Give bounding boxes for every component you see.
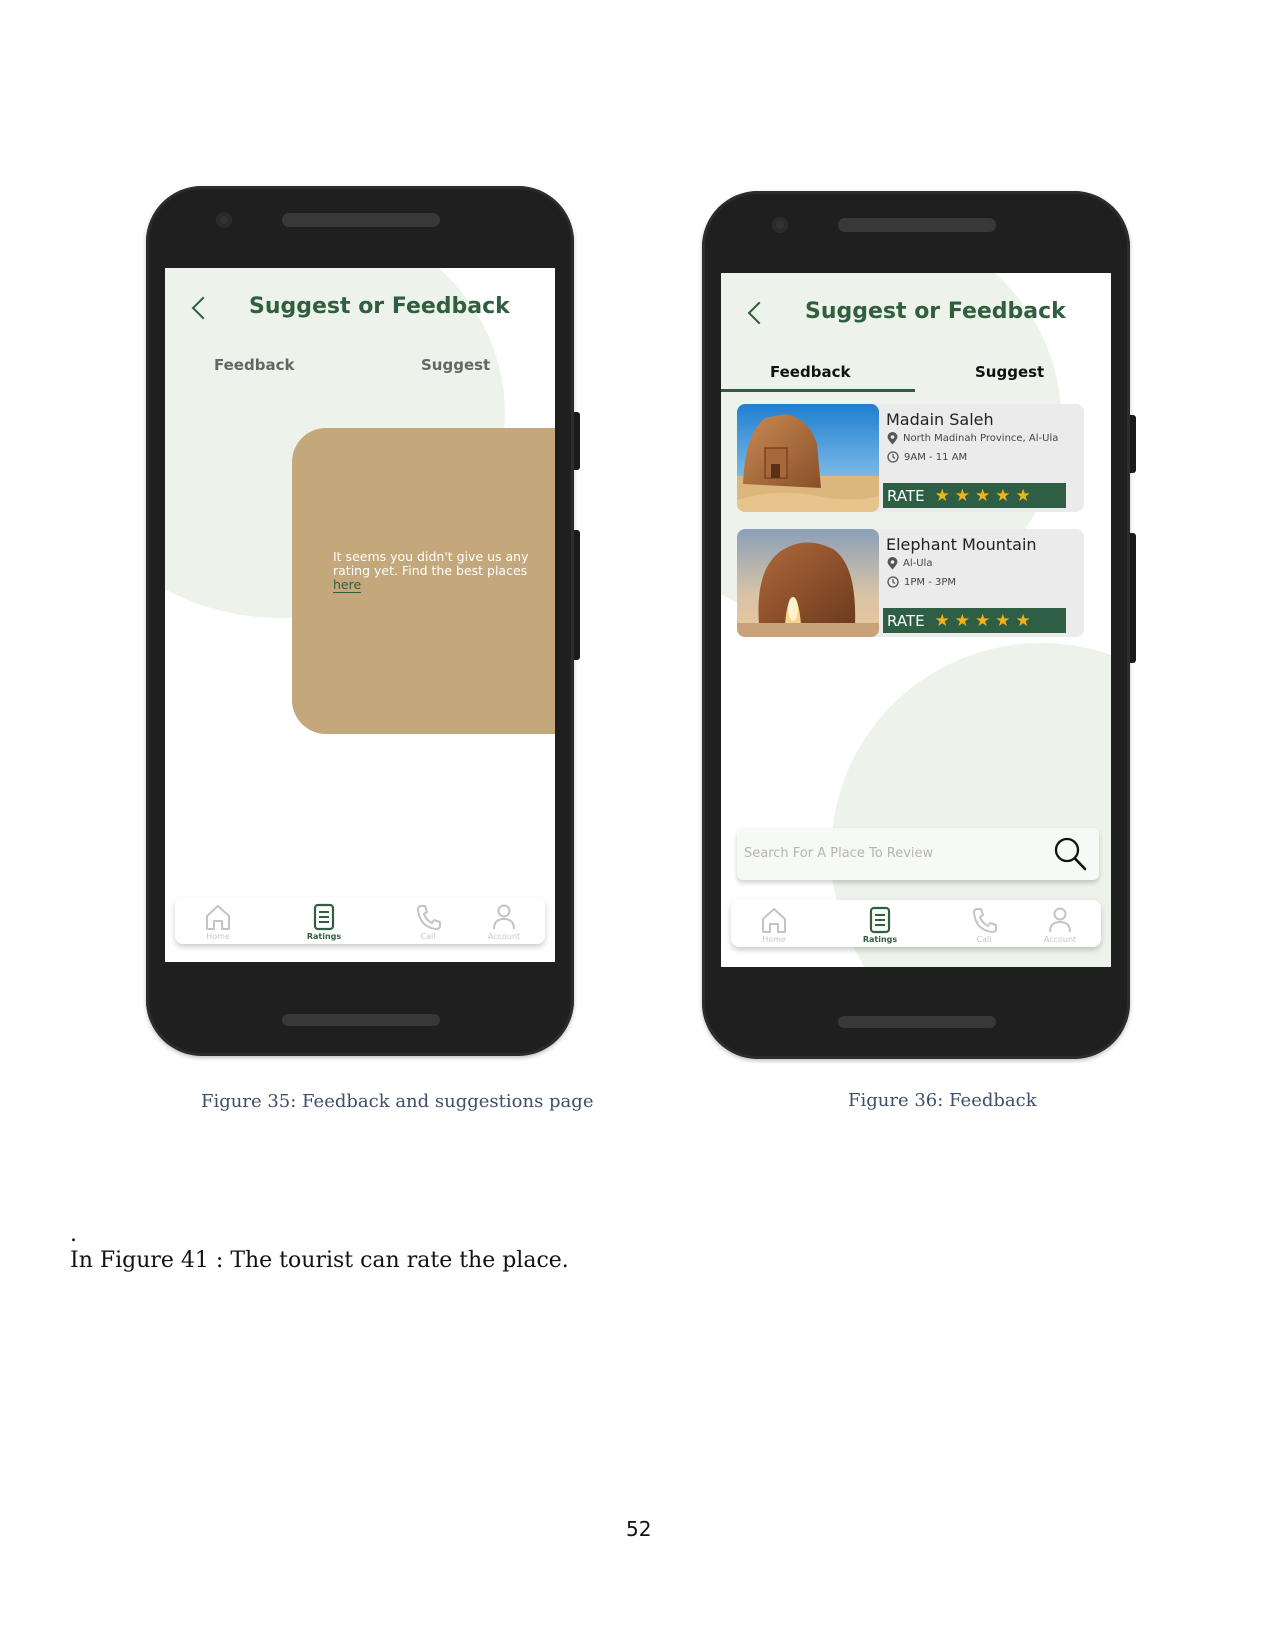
- rate-bar[interactable]: RATE ★★★★★: [883, 483, 1066, 508]
- search-input[interactable]: Search For A Place To Review: [744, 846, 933, 861]
- home-icon: [206, 905, 230, 930]
- nav-call[interactable]: Call: [949, 906, 1019, 944]
- app-screen: Suggest or Feedback Feedback Suggest Mad…: [721, 273, 1111, 967]
- search-bar[interactable]: Search For A Place To Review: [737, 828, 1099, 880]
- place-hours: 9AM - 11 AM: [887, 451, 967, 463]
- rate-bar[interactable]: RATE ★★★★★: [883, 608, 1066, 633]
- figure-35-caption: Figure 35: Feedback and suggestions page: [201, 1091, 594, 1112]
- tab-feedback[interactable]: Feedback: [770, 363, 850, 381]
- place-location-text: Al-Ula: [903, 558, 933, 569]
- body-paragraph: In Figure 41 : The tourist can rate the …: [70, 1248, 569, 1273]
- place-photo-elephant-mountain: [737, 529, 879, 637]
- body-dot: .: [70, 1222, 77, 1247]
- tab-suggest[interactable]: Suggest: [975, 363, 1044, 381]
- bottom-speaker: [838, 1016, 996, 1028]
- page-title: Suggest or Feedback: [805, 299, 1066, 324]
- figure-36-caption: Figure 36: Feedback: [848, 1090, 1037, 1111]
- nav-call[interactable]: Call: [393, 903, 463, 941]
- volume-button: [1130, 415, 1136, 473]
- place-name: Elephant Mountain: [886, 535, 1037, 554]
- place-location: Al-Ula: [887, 557, 932, 570]
- place-card[interactable]: Elephant Mountain Al-Ula 1PM - 3PM RATE …: [737, 529, 1084, 637]
- star-rating[interactable]: ★★★★★: [935, 611, 1036, 631]
- nav-home-label: Home: [206, 932, 230, 941]
- empty-state-message: It seems you didn't give us any rating y…: [333, 549, 549, 593]
- rate-label: RATE: [887, 486, 925, 505]
- nav-home-label: Home: [762, 935, 786, 944]
- account-icon: [1049, 907, 1071, 933]
- earpiece-speaker: [838, 218, 996, 232]
- tab-feedback[interactable]: Feedback: [214, 356, 294, 374]
- empty-message-text: It seems you didn't give us any rating y…: [333, 549, 529, 578]
- page-number: 52: [626, 1517, 652, 1541]
- nav-account-label: Account: [487, 932, 521, 941]
- phone-icon: [973, 908, 997, 933]
- ratings-icon: [313, 903, 335, 931]
- location-pin-icon: [887, 432, 898, 445]
- power-button: [574, 530, 580, 660]
- nav-call-label: Call: [420, 932, 436, 941]
- account-icon: [493, 904, 515, 930]
- place-location-text: North Madinah Province, Al-Ula: [903, 433, 1059, 444]
- rate-label: RATE: [887, 611, 925, 630]
- earpiece-speaker: [282, 213, 440, 227]
- place-location: North Madinah Province, Al-Ula: [887, 432, 1058, 445]
- search-icon[interactable]: [1053, 836, 1087, 872]
- bottom-speaker: [282, 1014, 440, 1026]
- place-hours-text: 9AM - 11 AM: [904, 451, 968, 463]
- camera-icon: [216, 212, 232, 228]
- nav-call-label: Call: [976, 935, 992, 944]
- active-tab-underline: [721, 389, 915, 392]
- location-pin-icon: [887, 557, 898, 570]
- tab-suggest[interactable]: Suggest: [421, 356, 490, 374]
- place-hours-text: 1PM - 3PM: [904, 576, 957, 588]
- nav-account[interactable]: Account: [1025, 906, 1095, 944]
- place-card[interactable]: Madain Saleh North Madinah Province, Al-…: [737, 404, 1084, 512]
- volume-button: [574, 412, 580, 470]
- clock-icon: [887, 576, 899, 588]
- find-places-link[interactable]: here: [333, 577, 362, 593]
- ratings-icon: [869, 906, 891, 934]
- place-photo-madain-saleh: [737, 404, 879, 512]
- phone-mockup-feedback: Suggest or Feedback Feedback Suggest Mad…: [702, 191, 1136, 1059]
- home-icon: [762, 908, 786, 933]
- nav-home[interactable]: Home: [183, 903, 253, 941]
- place-hours: 1PM - 3PM: [887, 576, 956, 588]
- clock-icon: [887, 451, 899, 463]
- bottom-navigation: Home Ratings Call Account: [175, 897, 545, 944]
- nav-account-label: Account: [1043, 935, 1077, 944]
- phone-icon: [417, 905, 441, 930]
- nav-ratings-label: Ratings: [306, 932, 342, 941]
- nav-ratings-label: Ratings: [862, 935, 898, 944]
- star-rating[interactable]: ★★★★★: [935, 486, 1036, 506]
- place-name: Madain Saleh: [886, 410, 994, 429]
- nav-home[interactable]: Home: [739, 906, 809, 944]
- app-screen: Suggest or Feedback Feedback Suggest It …: [165, 268, 555, 962]
- page-title: Suggest or Feedback: [249, 294, 510, 319]
- camera-icon: [772, 217, 788, 233]
- nav-ratings[interactable]: Ratings: [845, 906, 915, 944]
- bottom-navigation: Home Ratings Call Account: [731, 900, 1101, 947]
- nav-account[interactable]: Account: [469, 903, 539, 941]
- power-button: [1130, 533, 1136, 663]
- nav-ratings[interactable]: Ratings: [289, 903, 359, 941]
- phone-mockup-feedback-suggestions: Suggest or Feedback Feedback Suggest It …: [146, 186, 580, 1056]
